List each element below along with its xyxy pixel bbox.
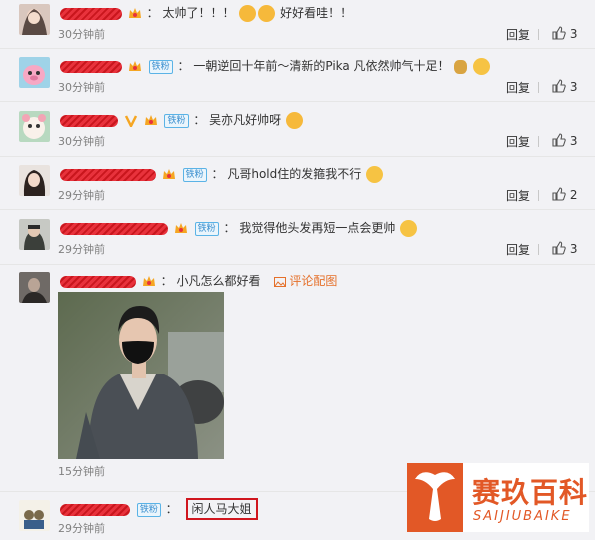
watermark-subtitle: SAIJIUBAIKE [473, 509, 572, 524]
whale-tail-icon [407, 463, 463, 532]
divider [538, 29, 539, 40]
avatar[interactable] [19, 272, 50, 303]
username-redacted[interactable] [60, 275, 136, 288]
vip-crown-icon [162, 168, 176, 181]
comment-picture-link-label: 评论配图 [289, 274, 338, 288]
thumbs-up-icon [552, 187, 566, 204]
vip-v-icon [124, 114, 138, 129]
like-button[interactable]: 3 [552, 133, 577, 150]
image-icon [274, 276, 287, 287]
username-redacted[interactable] [60, 222, 168, 235]
comment-time: 29分钟前 [58, 243, 105, 256]
comment-item: 铁粉 ： 我觉得他头发再短一点会更帅 29分钟前 回复 3 [0, 210, 595, 265]
like-button[interactable]: 3 [552, 241, 577, 258]
like-button[interactable]: 3 [552, 79, 577, 96]
comment-time: 30分钟前 [58, 28, 105, 41]
divider [538, 82, 539, 93]
divider [538, 190, 539, 201]
vip-crown-icon [128, 7, 142, 20]
comment-time: 29分钟前 [58, 189, 105, 202]
like-count: 3 [569, 242, 578, 256]
avatar[interactable] [19, 165, 50, 196]
highlighted-comment-text: 闲人马大姐 [185, 498, 258, 520]
comment-text-continued: 好好看哇！！ [280, 6, 353, 20]
emoji-heart-eyes-icon [239, 5, 257, 22]
comment-time: 30分钟前 [58, 81, 105, 94]
reply-button[interactable]: 回复 [506, 133, 530, 150]
thumbs-up-icon [552, 79, 566, 96]
comment-text: 我觉得他头发再短一点会更帅 [239, 221, 396, 235]
like-count: 3 [569, 134, 578, 148]
comment-time: 29分钟前 [58, 522, 105, 535]
avatar[interactable] [19, 4, 50, 35]
comment-attached-photo[interactable] [58, 292, 224, 459]
username-redacted[interactable] [60, 60, 122, 73]
comment-text: 凡哥hold住的发箍我不行 [227, 167, 362, 181]
emoji-kiss-icon [286, 112, 304, 129]
comment-text: 太帅了！！！ [162, 6, 235, 20]
like-count: 3 [569, 80, 578, 94]
reply-button[interactable]: 回复 [506, 79, 530, 96]
fan-badge[interactable]: 铁粉 [194, 221, 219, 236]
vip-crown-icon [174, 222, 188, 235]
comment-picture-link[interactable]: 评论配图 [274, 274, 337, 288]
reply-button[interactable]: 回复 [506, 26, 530, 43]
avatar[interactable] [19, 500, 50, 531]
like-button[interactable]: 3 [552, 26, 577, 43]
thumbs-up-icon [552, 26, 566, 43]
comment-time: 30分钟前 [58, 135, 105, 148]
watermark-title: 赛玖百科 [472, 476, 589, 509]
emoji-money-bag-icon [454, 59, 468, 74]
emoji-laugh-cry-icon [366, 166, 384, 183]
username-redacted[interactable] [60, 168, 156, 181]
avatar[interactable] [19, 111, 50, 142]
fan-badge[interactable]: 铁粉 [182, 167, 207, 182]
comment-item: 铁粉 ： 凡哥hold住的发箍我不行 29分钟前 回复 2 [0, 157, 595, 210]
comment-time: 15分钟前 [58, 465, 105, 478]
username-redacted[interactable] [60, 114, 118, 127]
comment-item: 铁粉 ： 吴亦凡好帅呀 30分钟前 回复 3 [0, 102, 595, 157]
comment-item: ： 太帅了！！！ 好好看哇！！ 30分钟前 回复 3 [0, 0, 595, 49]
comment-text: 吴亦凡好帅呀 [209, 113, 282, 127]
divider [538, 244, 539, 255]
emoji-smile-icon [400, 220, 418, 237]
comment-item: 铁粉 ： 一朝逆回十年前～清新的Pika 凡依然帅气十足！ 30分钟前 回复 3 [0, 49, 595, 102]
divider [538, 136, 539, 147]
fan-badge[interactable]: 铁粉 [136, 502, 161, 517]
vip-crown-icon [128, 60, 142, 73]
comment-text: 一朝逆回十年前～清新的Pika 凡依然帅气十足！ [193, 59, 450, 73]
fan-badge[interactable]: 铁粉 [164, 113, 189, 128]
avatar[interactable] [19, 57, 50, 88]
vip-crown-icon [144, 114, 158, 127]
emoji-sunglasses-icon [473, 58, 491, 75]
thumbs-up-icon [552, 241, 566, 258]
reply-button[interactable]: 回复 [506, 241, 530, 258]
like-count: 3 [569, 27, 578, 41]
comment-text: 小凡怎么都好看 [176, 274, 261, 288]
username-redacted[interactable] [60, 503, 130, 516]
emoji-heart-eyes-icon [258, 5, 276, 22]
like-count: 2 [569, 188, 578, 202]
avatar[interactable] [19, 219, 50, 250]
thumbs-up-icon [552, 133, 566, 150]
username-redacted[interactable] [60, 7, 122, 20]
fan-badge[interactable]: 铁粉 [148, 59, 173, 74]
watermark-logo: 赛玖百科 SAIJIUBAIKE [407, 463, 589, 532]
like-button[interactable]: 2 [552, 187, 577, 204]
reply-button[interactable]: 回复 [506, 187, 530, 204]
vip-crown-icon [142, 275, 156, 288]
